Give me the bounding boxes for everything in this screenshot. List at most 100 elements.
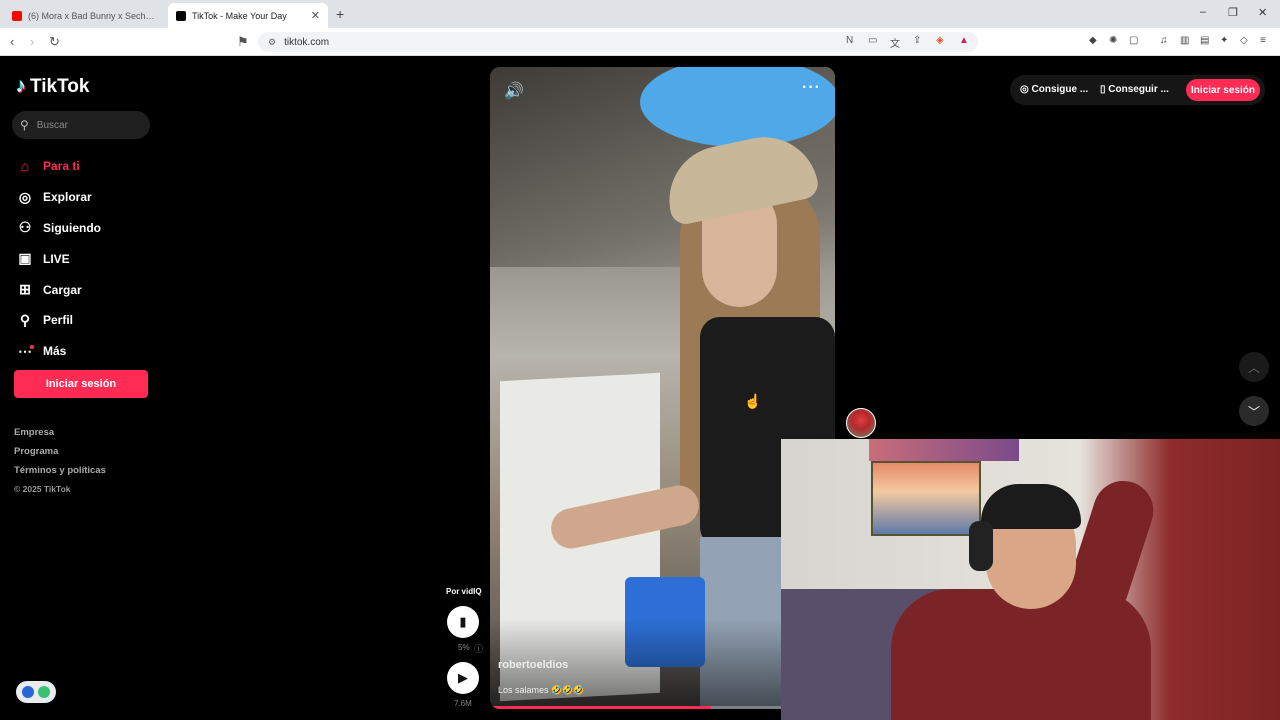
- sidebar-item-cargar[interactable]: ⊞ Cargar: [16, 274, 101, 305]
- sidebar-item-label: Perfil: [43, 313, 74, 328]
- view-count: 7.6M: [454, 699, 472, 708]
- get-coins-label: Consigue ...: [1031, 84, 1089, 95]
- sidebar-item-label: Para ti: [43, 159, 80, 174]
- extension-icon[interactable]: ▢: [1129, 35, 1138, 46]
- sidebar-item-label: Explorar: [43, 190, 92, 205]
- reader-mode-icon[interactable]: N: [846, 35, 853, 46]
- creator-avatar[interactable]: [846, 408, 876, 438]
- more-options-icon[interactable]: ···: [802, 79, 821, 97]
- minimize-button[interactable]: –: [1200, 6, 1206, 18]
- video-username[interactable]: robertoeldios: [498, 659, 568, 671]
- play-icon: ▶: [458, 670, 468, 685]
- upload-icon: ⊞: [19, 281, 31, 298]
- site-info-icon[interactable]: ⚙: [268, 37, 276, 48]
- vpn-icon[interactable]: ◇: [1240, 35, 1248, 46]
- sidebar-toggle-icon[interactable]: ▥: [1180, 35, 1189, 46]
- more-icon: ⋯: [18, 342, 34, 359]
- search-icon: ⚲: [20, 118, 29, 132]
- extension-badge[interactable]: [16, 681, 56, 703]
- sidebar-item-mas[interactable]: ⋯ Más: [16, 336, 101, 367]
- ai-icon[interactable]: ✦: [1220, 35, 1228, 46]
- webcam-scene: [981, 484, 1081, 529]
- get-app-label: Conseguir ...: [1108, 84, 1169, 95]
- power-icon: [38, 686, 50, 698]
- sidebar-item-label: Más: [43, 344, 67, 359]
- wallet-icon[interactable]: ▤: [1200, 35, 1209, 46]
- tiktok-logo[interactable]: ♪ TikTok: [16, 75, 89, 98]
- brand-name: TikTok: [30, 75, 90, 97]
- home-icon: ⌂: [20, 158, 30, 175]
- sidebar-item-para-ti[interactable]: ⌂ Para ti: [16, 151, 101, 182]
- live-icon: ▣: [18, 250, 32, 267]
- back-icon[interactable]: ‹: [10, 34, 14, 49]
- video-progress-fill: [490, 706, 711, 709]
- footer-link-empresa[interactable]: Empresa: [14, 427, 106, 438]
- browser-tab-bar: (6) Mora x Bad Bunny x Sech - Volan... T…: [0, 0, 1280, 28]
- info-icon[interactable]: ⓘ: [474, 642, 483, 655]
- tiktok-page: ♪ TikTok ⚲ ⌂ Para ti ◎ Explorar ⚇ Siguie…: [0, 57, 1280, 720]
- close-window-button[interactable]: ✕: [1258, 6, 1267, 19]
- sidebar-footer: Empresa Programa Términos y políticas © …: [14, 427, 106, 502]
- sidebar-item-label: Siguiendo: [43, 220, 101, 235]
- next-video-button[interactable]: ﹀: [1239, 396, 1269, 426]
- forward-icon[interactable]: ›: [30, 34, 34, 49]
- sidebar-item-siguiendo[interactable]: ⚇ Siguiendo: [16, 213, 101, 244]
- mouse-cursor-icon: ☝: [744, 393, 762, 409]
- webcam-scene: [969, 521, 993, 571]
- vidiq-label: Por vidIQ: [446, 587, 482, 596]
- previous-video-button[interactable]: ︿: [1239, 352, 1269, 382]
- login-button-top[interactable]: Iniciar sesión: [1186, 79, 1260, 101]
- compass-icon: ◎: [18, 188, 32, 205]
- address-bar-row: ‹ › ↻ ⚑ ⚙ tiktok.com N ▭ 文 ⇪ ◈ ▲ ◆ ✺ ▢ ♫…: [0, 28, 1280, 56]
- close-tab-icon[interactable]: ✕: [311, 9, 320, 22]
- cast-icon[interactable]: ▭: [868, 35, 877, 46]
- menu-icon[interactable]: ≡: [1260, 35, 1266, 46]
- webcam-scene: [871, 461, 981, 536]
- sidebar-item-explorar[interactable]: ◎ Explorar: [16, 182, 101, 213]
- webcam-scene: [869, 439, 1019, 461]
- youtube-favicon-icon: [12, 10, 22, 21]
- get-app-button[interactable]: ▯ Conseguir ...: [1100, 84, 1169, 95]
- search-input[interactable]: [36, 119, 137, 131]
- volume-icon[interactable]: 🔊: [504, 81, 524, 101]
- sidebar-item-perfil[interactable]: ⚲ Perfil: [16, 305, 101, 336]
- chevron-up-icon: ︿: [1247, 360, 1260, 375]
- video-caption: Los salames 🤣🤣🤣: [498, 685, 585, 695]
- translate-icon[interactable]: 文: [890, 35, 900, 50]
- profile-icon: ⚲: [19, 311, 31, 328]
- copyright: © 2025 TikTok: [14, 484, 71, 494]
- shield-icon[interactable]: ◈: [936, 35, 944, 46]
- sidebar-item-live[interactable]: ▣ LIVE: [16, 243, 101, 274]
- restore-button[interactable]: ❐: [1228, 6, 1238, 19]
- footer-link-terminos[interactable]: Términos y políticas: [14, 465, 106, 476]
- webcam-scene: [891, 589, 1151, 720]
- tiktok-note-icon: ♪: [16, 75, 26, 97]
- tab-title: TikTok - Make Your Day: [192, 10, 287, 21]
- search-box[interactable]: ⚲: [12, 111, 150, 139]
- vidiq-percent: 5%: [458, 643, 470, 652]
- footer-link-programa[interactable]: Programa: [14, 446, 106, 457]
- url-text: tiktok.com: [284, 36, 330, 48]
- get-coins-button[interactable]: ◎ Consigue ...: [1020, 84, 1088, 95]
- media-icon[interactable]: ♫: [1160, 35, 1168, 46]
- webcam-overlay: [781, 439, 1280, 720]
- vidiq-stats-button[interactable]: ▮: [447, 606, 479, 638]
- play-button[interactable]: ▶: [447, 662, 479, 694]
- login-button-sidebar[interactable]: Iniciar sesión: [14, 370, 148, 398]
- share-icon[interactable]: ⇪: [913, 35, 921, 46]
- sidebar-item-label: LIVE: [43, 251, 70, 266]
- tab-youtube[interactable]: (6) Mora x Bad Bunny x Sech - Volan...: [4, 3, 164, 28]
- chevron-down-icon: ﹀: [1247, 404, 1260, 419]
- rewards-icon[interactable]: ▲: [959, 35, 969, 46]
- tab-tiktok[interactable]: TikTok - Make Your Day ✕: [168, 3, 328, 28]
- bookmark-icon[interactable]: ⚑: [237, 34, 249, 50]
- extension-icon[interactable]: ◆: [1089, 35, 1097, 46]
- extension-icon[interactable]: ✺: [1109, 35, 1117, 46]
- bar-chart-icon: ▮: [459, 614, 467, 629]
- sidebar-menu: ⌂ Para ti ◎ Explorar ⚇ Siguiendo ▣ LIVE …: [16, 151, 101, 367]
- new-tab-button[interactable]: +: [336, 6, 344, 22]
- tab-title: (6) Mora x Bad Bunny x Sech - Volan...: [28, 10, 156, 21]
- badge-dot-icon: [22, 686, 34, 698]
- tiktok-favicon-icon: [176, 10, 186, 21]
- reload-icon[interactable]: ↻: [49, 34, 60, 50]
